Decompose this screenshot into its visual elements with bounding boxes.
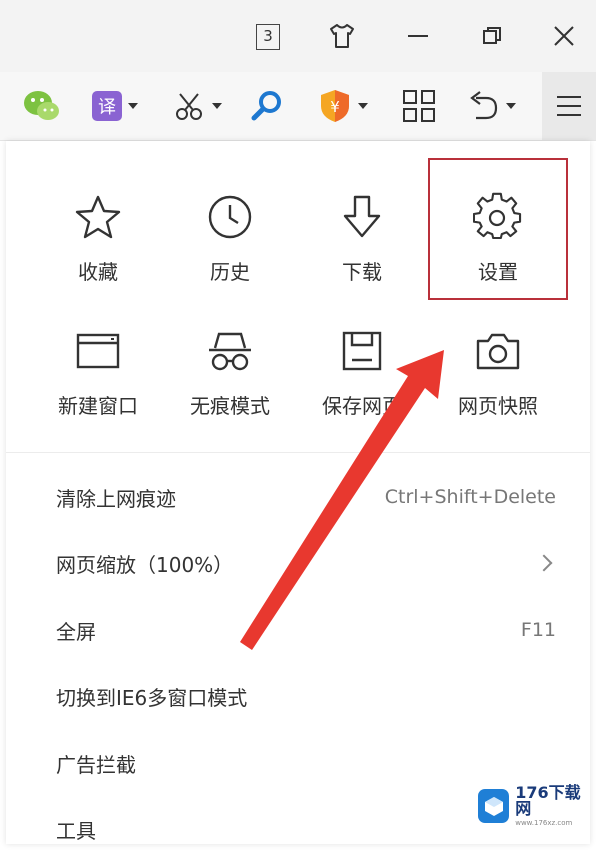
search-icon[interactable]	[250, 86, 284, 126]
translate-icon[interactable]: 译	[92, 86, 138, 126]
menu-item-fullscreen[interactable]: 全屏 F11	[6, 597, 590, 663]
watermark-url: www.176xz.com	[515, 819, 573, 827]
download-icon	[343, 195, 381, 238]
grid-label: 网页快照	[458, 394, 538, 418]
chevron-down-icon[interactable]	[358, 103, 368, 109]
grid-label: 收藏	[78, 260, 118, 284]
menu-item-shortcut: F11	[520, 619, 556, 641]
grid-label: 下载	[342, 260, 382, 284]
new-window-button[interactable]: 新建窗口	[32, 318, 164, 438]
menu-item-label: 网页缩放（100%）	[56, 552, 234, 577]
translate-glyph: 译	[92, 91, 122, 121]
settings-highlight-box	[428, 158, 568, 300]
divider	[6, 452, 590, 453]
menu-item-label: 广告拦截	[56, 752, 136, 777]
close-icon[interactable]	[542, 14, 586, 58]
incognito-icon	[209, 332, 251, 371]
title-bar: 3	[0, 0, 596, 72]
scissors-icon[interactable]	[174, 86, 222, 126]
chevron-right-icon	[535, 554, 553, 572]
grid-label: 无痕模式	[190, 394, 270, 418]
menu-item-label: 清除上网痕迹	[56, 486, 176, 511]
skin-shirt-icon[interactable]	[320, 14, 364, 58]
save-page-button[interactable]: 保存网页	[296, 318, 428, 438]
wechat-icon[interactable]	[22, 86, 62, 126]
star-icon	[75, 195, 121, 239]
save-icon	[342, 331, 382, 371]
watermark-title: 176下载网	[515, 783, 581, 818]
menu-item-shortcut: Ctrl+Shift+Delete	[384, 486, 556, 508]
menu-item-clear-traces[interactable]: 清除上网痕迹 Ctrl+Shift+Delete	[6, 464, 590, 530]
undo-icon[interactable]	[466, 86, 516, 126]
download-button[interactable]: 下载	[296, 184, 428, 304]
watermark-logo-icon	[478, 789, 510, 823]
grid-label: 保存网页	[322, 394, 402, 418]
restore-icon[interactable]	[470, 14, 514, 58]
watermark: 176下载网 www.176xz.com	[478, 783, 590, 827]
menu-item-ie6-mode[interactable]: 切换到IE6多窗口模式	[6, 663, 590, 729]
incognito-button[interactable]: 无痕模式	[164, 318, 296, 438]
menu-item-page-zoom[interactable]: 网页缩放（100%）	[6, 530, 590, 596]
clock-icon	[208, 195, 252, 239]
history-button[interactable]: 历史	[164, 184, 296, 304]
new-window-icon	[76, 333, 120, 369]
chevron-down-icon[interactable]	[212, 103, 222, 109]
camera-icon	[476, 333, 520, 370]
menu-item-label: 全屏	[56, 619, 96, 644]
grid-label: 新建窗口	[58, 394, 138, 418]
tab-count-icon[interactable]: 3	[256, 24, 280, 50]
snapshot-button[interactable]: 网页快照	[432, 318, 564, 438]
minimize-icon[interactable]	[396, 14, 440, 58]
favorites-button[interactable]: 收藏	[32, 184, 164, 304]
chevron-down-icon[interactable]	[128, 103, 138, 109]
toolbar: 译 ¥	[0, 72, 596, 141]
shield-icon[interactable]: ¥	[318, 86, 368, 126]
grid-label: 历史	[210, 260, 250, 284]
menu-item-label: 工具	[56, 818, 96, 843]
menu-icon[interactable]	[542, 72, 596, 140]
apps-grid-icon[interactable]	[402, 86, 436, 126]
shield-glyph: ¥	[330, 98, 340, 116]
chevron-down-icon[interactable]	[506, 103, 516, 109]
menu-item-label: 切换到IE6多窗口模式	[56, 685, 248, 710]
